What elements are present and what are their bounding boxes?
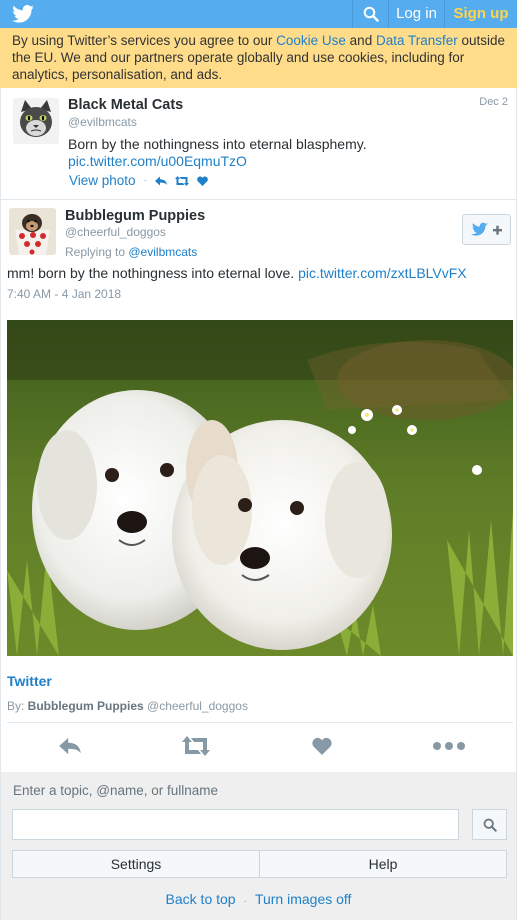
turn-images-off-link[interactable]: Turn images off (255, 891, 352, 907)
retweet-icon[interactable] (174, 175, 189, 186)
help-link[interactable]: Help (259, 851, 506, 877)
search-button[interactable] (352, 0, 388, 28)
like-button[interactable] (302, 730, 342, 762)
search-icon (483, 818, 497, 832)
parent-handle[interactable]: @evilbmcats (68, 115, 137, 129)
cookie-text-start: By using Twitter’s services you agree to… (12, 33, 277, 48)
follow-icon (470, 222, 502, 236)
cookie-banner: By using Twitter’s services you agree to… (0, 28, 517, 88)
parent-date[interactable]: Dec 2 (479, 96, 508, 108)
retweet-button[interactable] (176, 730, 216, 762)
search-submit-button[interactable] (472, 809, 507, 840)
separator-dot: · (243, 896, 247, 907)
view-photo-link[interactable]: View photo (69, 173, 136, 188)
data-transfer-link[interactable]: Data Transfer (376, 33, 458, 48)
parent-actions: View photo · (69, 173, 208, 188)
puppies-photo (7, 320, 513, 656)
like-icon (312, 737, 332, 755)
footer-links: Settings Help (12, 850, 507, 878)
reply-button[interactable] (50, 730, 90, 762)
parent-display-name[interactable]: Black Metal Cats (68, 97, 183, 113)
parent-tweet[interactable]: Black Metal Cats @evilbmcats Dec 2 Born … (0, 88, 517, 200)
footer: Enter a topic, @name, or fullname Settin… (0, 772, 517, 920)
by-handle[interactable]: @cheerful_doggos (147, 699, 248, 713)
signup-link[interactable]: Sign up (444, 0, 517, 28)
search-icon (363, 6, 379, 22)
reply-icon (59, 737, 81, 755)
replying-prefix: Replying to (65, 245, 129, 259)
like-icon[interactable] (197, 175, 208, 186)
main-tweet-body: mm! born by the nothingness into eternal… (7, 265, 299, 281)
parent-pic-link[interactable]: pic.twitter.com/u00EqmuTzO (68, 153, 247, 169)
main-tweet: Bubblegum Puppies @cheerful_doggos Reply… (0, 200, 517, 772)
by-line: By: Bubblegum Puppies @cheerful_doggos (7, 699, 248, 713)
top-bar: Log in Sign up (0, 0, 517, 28)
avatar[interactable] (9, 208, 56, 255)
cookie-text-mid: and (345, 33, 376, 48)
login-link[interactable]: Log in (388, 0, 444, 28)
follow-button[interactable] (462, 214, 511, 245)
main-pic-link[interactable]: pic.twitter.com/zxtLBLVvFX (298, 265, 467, 281)
search-label: Enter a topic, @name, or fullname (13, 783, 219, 798)
settings-link[interactable]: Settings (13, 851, 259, 877)
main-tweet-text: mm! born by the nothingness into eternal… (7, 265, 467, 281)
twitter-bird-icon[interactable] (12, 5, 34, 23)
avatar[interactable] (13, 98, 59, 144)
search-input[interactable] (12, 809, 459, 840)
retweet-icon (182, 736, 210, 756)
cat-avatar-image (13, 98, 59, 144)
by-label: By: (7, 699, 28, 713)
puppy-cup-avatar-image (9, 208, 56, 255)
back-to-top-link[interactable]: Back to top (166, 891, 236, 907)
tweet-timestamp[interactable]: 7:40 AM - 4 Jan 2018 (7, 287, 121, 301)
more-button[interactable] (429, 730, 469, 762)
main-handle[interactable]: @cheerful_doggos (65, 225, 166, 239)
tweet-action-toolbar (1, 730, 516, 766)
reply-icon[interactable] (154, 176, 167, 186)
tweet-photo[interactable] (7, 320, 513, 656)
more-icon (433, 742, 465, 750)
separator-dot: · (143, 175, 147, 186)
main-display-name[interactable]: Bubblegum Puppies (65, 208, 205, 224)
replying-to: Replying to @evilbmcats (65, 245, 197, 259)
by-name[interactable]: Bubblegum Puppies (28, 699, 144, 713)
divider (7, 722, 513, 723)
parent-tweet-text: Born by the nothingness into eternal bla… (68, 136, 367, 152)
cookie-use-link[interactable]: Cookie Use (276, 33, 346, 48)
source-link[interactable]: Twitter (7, 673, 52, 689)
replying-to-link[interactable]: @evilbmcats (128, 245, 197, 259)
footer-bottom-links: Back to top · Turn images off (1, 891, 516, 907)
